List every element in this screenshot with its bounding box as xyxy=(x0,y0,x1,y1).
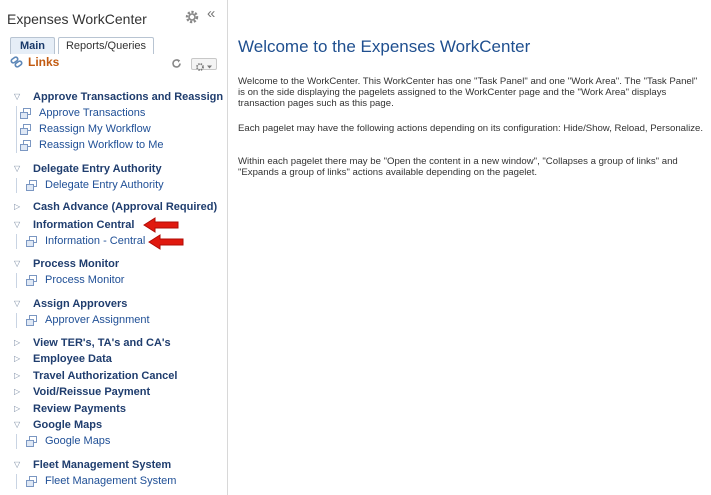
link-group-label[interactable]: Void/Reissue Payment xyxy=(33,386,150,398)
link-group-header[interactable]: ▽ Approve Transactions and Reassign xyxy=(14,89,223,104)
link-group-label[interactable]: Information Central xyxy=(33,219,134,231)
gear-icon[interactable] xyxy=(185,10,199,24)
page-link-icon xyxy=(26,236,37,247)
annotation-arrow-icon xyxy=(148,234,184,250)
link-item-label[interactable]: Information - Central xyxy=(45,234,145,249)
link-group-header[interactable]: ▷ View TER's, TA's and CA's xyxy=(14,335,171,350)
expanded-triangle-icon[interactable]: ▽ xyxy=(14,417,28,432)
collapse-panel-icon[interactable]: « xyxy=(207,6,215,21)
page-link-icon xyxy=(26,180,37,191)
page-link-icon xyxy=(26,275,37,286)
expanded-triangle-icon[interactable]: ▽ xyxy=(14,457,28,472)
refresh-icon[interactable] xyxy=(171,58,182,69)
expanded-triangle-icon[interactable]: ▽ xyxy=(14,256,28,271)
collapsed-triangle-icon[interactable]: ▷ xyxy=(14,384,28,399)
tab-main[interactable]: Main xyxy=(10,37,55,55)
page-link-icon xyxy=(26,315,37,326)
link-group-label[interactable]: Travel Authorization Cancel xyxy=(33,370,177,382)
link-group-header[interactable]: ▷ Void/Reissue Payment xyxy=(14,384,150,399)
expanded-triangle-icon[interactable]: ▽ xyxy=(14,217,28,232)
link-group-header[interactable]: ▽ Assign Approvers xyxy=(14,296,127,311)
gear-dropdown-icon xyxy=(196,63,212,71)
link-group-header[interactable]: ▷ Employee Data xyxy=(14,351,112,366)
expanded-triangle-icon[interactable]: ▽ xyxy=(14,89,28,104)
link-group-label[interactable]: View TER's, TA's and CA's xyxy=(33,337,171,349)
page-link-icon xyxy=(20,108,31,119)
link-group-label[interactable]: Review Payments xyxy=(33,403,126,415)
link-group-label[interactable]: Fleet Management System xyxy=(33,459,171,471)
page-link-icon xyxy=(20,140,31,151)
link-group-header[interactable]: ▽ Delegate Entry Authority xyxy=(14,161,162,176)
tree-connector xyxy=(16,178,17,193)
links-icon xyxy=(10,56,23,68)
link-item-label[interactable]: Fleet Management System xyxy=(45,474,176,489)
link-item-label[interactable]: Google Maps xyxy=(45,434,110,449)
link-item-label[interactable]: Approve Transactions xyxy=(39,106,145,121)
link-group-label[interactable]: Cash Advance (Approval Required) xyxy=(33,201,217,213)
task-panel: Expenses WorkCenter « Main Reports/Queri… xyxy=(0,0,228,495)
expanded-triangle-icon[interactable]: ▽ xyxy=(14,296,28,311)
link-group-header[interactable]: ▽ Google Maps xyxy=(14,417,102,432)
link-group-label[interactable]: Process Monitor xyxy=(33,258,119,270)
page-link-icon xyxy=(20,124,31,135)
tree-connector xyxy=(16,313,17,328)
tab-reports-queries[interactable]: Reports/Queries xyxy=(58,37,154,55)
tree-connector xyxy=(16,106,17,153)
link-group-label[interactable]: Approve Transactions and Reassign xyxy=(33,91,223,103)
link-item-label[interactable]: Delegate Entry Authority xyxy=(45,178,164,193)
collapsed-triangle-icon[interactable]: ▷ xyxy=(14,199,28,214)
link-item-label[interactable]: Reassign Workflow to Me xyxy=(39,138,164,153)
link-group-header[interactable]: ▽ Information Central xyxy=(14,217,134,232)
link-item-label[interactable]: Approver Assignment xyxy=(45,313,150,328)
tree-connector xyxy=(16,234,17,249)
annotation-arrow-icon xyxy=(143,217,179,233)
pagelet-options-button[interactable] xyxy=(191,58,217,71)
link-group-header[interactable]: ▽ Fleet Management System xyxy=(14,457,171,472)
work-area-paragraph: Within each pagelet there may be "Open t… xyxy=(238,156,678,178)
link-group-header[interactable]: ▷ Cash Advance (Approval Required) xyxy=(14,199,217,214)
work-area-title: Welcome to the Expenses WorkCenter xyxy=(238,37,531,56)
link-group-label[interactable]: Employee Data xyxy=(33,353,112,365)
link-group-header[interactable]: ▷ Travel Authorization Cancel xyxy=(14,368,177,383)
collapsed-triangle-icon[interactable]: ▷ xyxy=(14,368,28,383)
link-group-label[interactable]: Assign Approvers xyxy=(33,298,127,310)
links-title: Links xyxy=(28,55,60,69)
collapsed-triangle-icon[interactable]: ▷ xyxy=(14,401,28,416)
link-item-label[interactable]: Process Monitor xyxy=(45,273,124,288)
work-area-paragraph: Welcome to the WorkCenter. This WorkCent… xyxy=(238,76,698,109)
work-area-paragraph: Each pagelet may have the following acti… xyxy=(238,123,704,134)
collapsed-triangle-icon[interactable]: ▷ xyxy=(14,335,28,350)
tree-connector xyxy=(16,273,17,288)
expanded-triangle-icon[interactable]: ▽ xyxy=(14,161,28,176)
page-link-icon xyxy=(26,436,37,447)
link-group-header[interactable]: ▷ Review Payments xyxy=(14,401,126,416)
link-group-label[interactable]: Google Maps xyxy=(33,419,102,431)
page-link-icon xyxy=(26,476,37,487)
link-group-header[interactable]: ▽ Process Monitor xyxy=(14,256,119,271)
link-group-label[interactable]: Delegate Entry Authority xyxy=(33,163,162,175)
collapsed-triangle-icon[interactable]: ▷ xyxy=(14,351,28,366)
links-pagelet-header: Links xyxy=(10,54,220,71)
link-item-label[interactable]: Reassign My Workflow xyxy=(39,122,151,137)
panel-title: Expenses WorkCenter xyxy=(7,11,147,27)
tree-connector xyxy=(16,474,17,489)
tree-connector xyxy=(16,434,17,449)
